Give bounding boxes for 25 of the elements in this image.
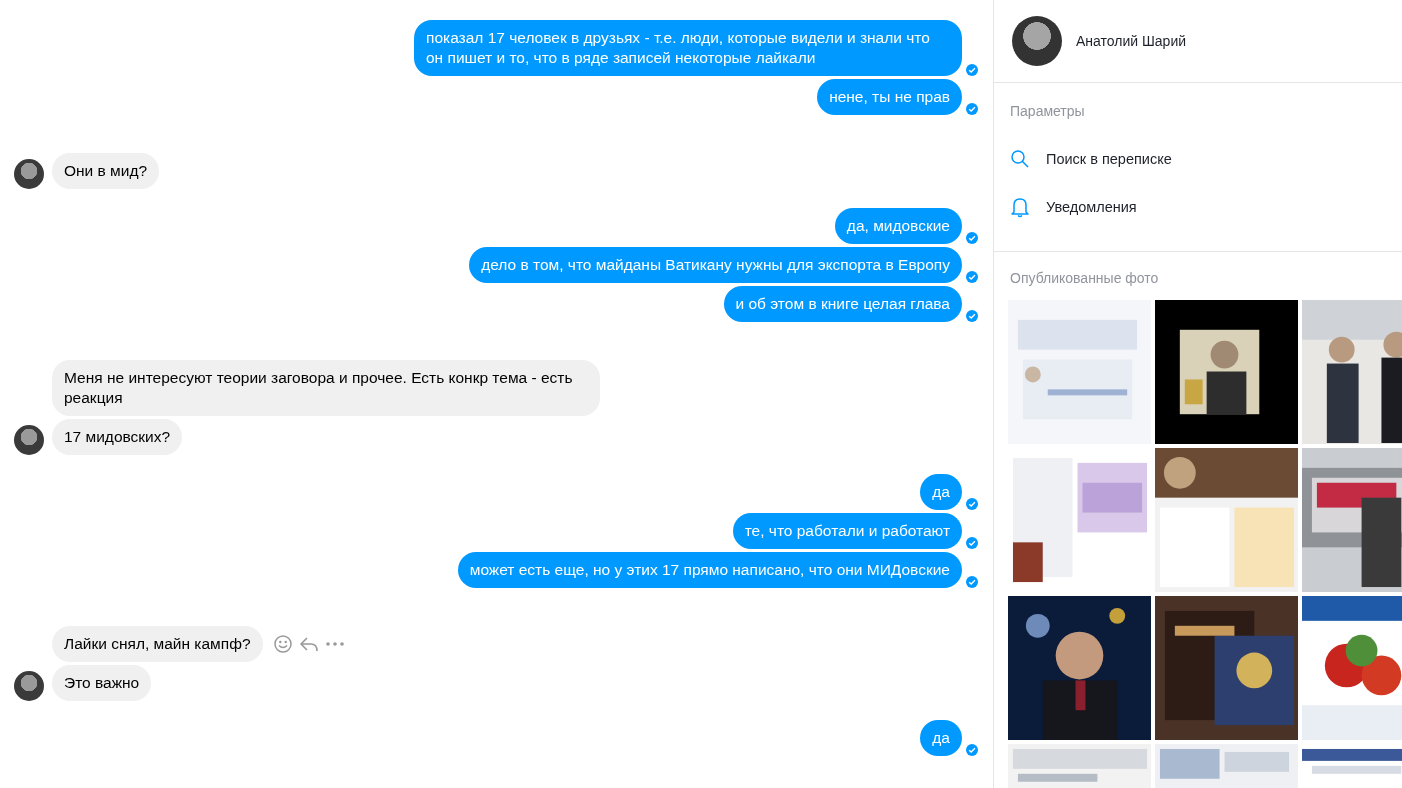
- contact-name: Анатолий Шарий: [1076, 33, 1187, 49]
- message-bubble: да: [920, 720, 962, 756]
- message-bubble: Они в мид?: [52, 153, 160, 189]
- message-bubble: Лайки снял, майн кампф?: [52, 626, 263, 662]
- message-bubble: может есть еще, но у этих 17 прямо написано, что они МИДовские: [457, 552, 962, 588]
- section-heading: Параметры: [1010, 103, 1086, 119]
- message-bubble: те, что работали и работают: [732, 513, 962, 549]
- message-bubble: и об этом в книге целая глава: [723, 286, 962, 322]
- option-item[interactable]: Уведомления: [1010, 183, 1386, 231]
- emoji-icon[interactable]: [272, 634, 293, 654]
- message-bubble: 17 мидовских?: [52, 419, 183, 455]
- message-bubble: показал 17 человек в друзьях - т.е. люди, которые видели и знали что он пишет и то, что в ряде записей некоторые лайкали: [414, 20, 962, 76]
- message-bubble: нене, ты не прав: [817, 79, 962, 115]
- more-icon[interactable]: [324, 641, 345, 647]
- message-bubble: да, мидовские: [834, 208, 962, 244]
- option-item[interactable]: Поиск в переписке: [1010, 135, 1386, 183]
- contact-avatar: [1012, 16, 1062, 66]
- reply-icon[interactable]: [298, 634, 319, 654]
- search-icon: [1010, 149, 1030, 169]
- message-bubble: да: [920, 474, 962, 510]
- section-heading: Опубликованные фото: [1009, 270, 1160, 286]
- message-bubble: Меня не интересуют теории заговора и прочее. Есть конкр тема - есть реакция: [52, 360, 600, 416]
- message-bubble: Это важно: [52, 665, 152, 701]
- bell-icon: [1010, 196, 1030, 218]
- message-bubble: дело в том, что майданы Ватикану нужны для экспорта в Европу: [469, 247, 962, 283]
